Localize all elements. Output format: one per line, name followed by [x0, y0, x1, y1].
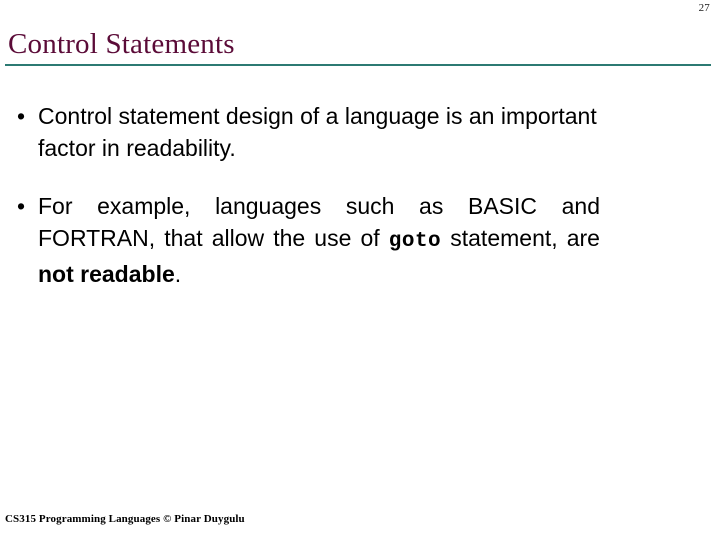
code-keyword-goto: goto [388, 230, 442, 253]
bullet-list: • Control statement design of a language… [0, 100, 640, 316]
list-item: • For example, languages such as BASIC an… [0, 190, 600, 290]
bullet-marker-icon: • [17, 103, 26, 129]
list-item-text-part-3: . [174, 261, 182, 287]
title-divider-rule [5, 64, 711, 66]
slide-canvas: 27 Control Statements • Control statemen… [0, 0, 720, 540]
list-item: • Control statement design of a language… [0, 100, 602, 164]
list-item-text-part-2: statement, are [441, 225, 600, 251]
bullet-marker-icon: • [17, 193, 26, 219]
list-item-text: Control statement design of a language i… [38, 103, 597, 161]
emphasis-not-readable: not readable [38, 261, 175, 287]
page-title: Control Statements [8, 28, 235, 60]
page-number: 27 [698, 2, 710, 14]
slide-footer: CS315 Programming Languages © Pinar Duyg… [5, 513, 245, 525]
